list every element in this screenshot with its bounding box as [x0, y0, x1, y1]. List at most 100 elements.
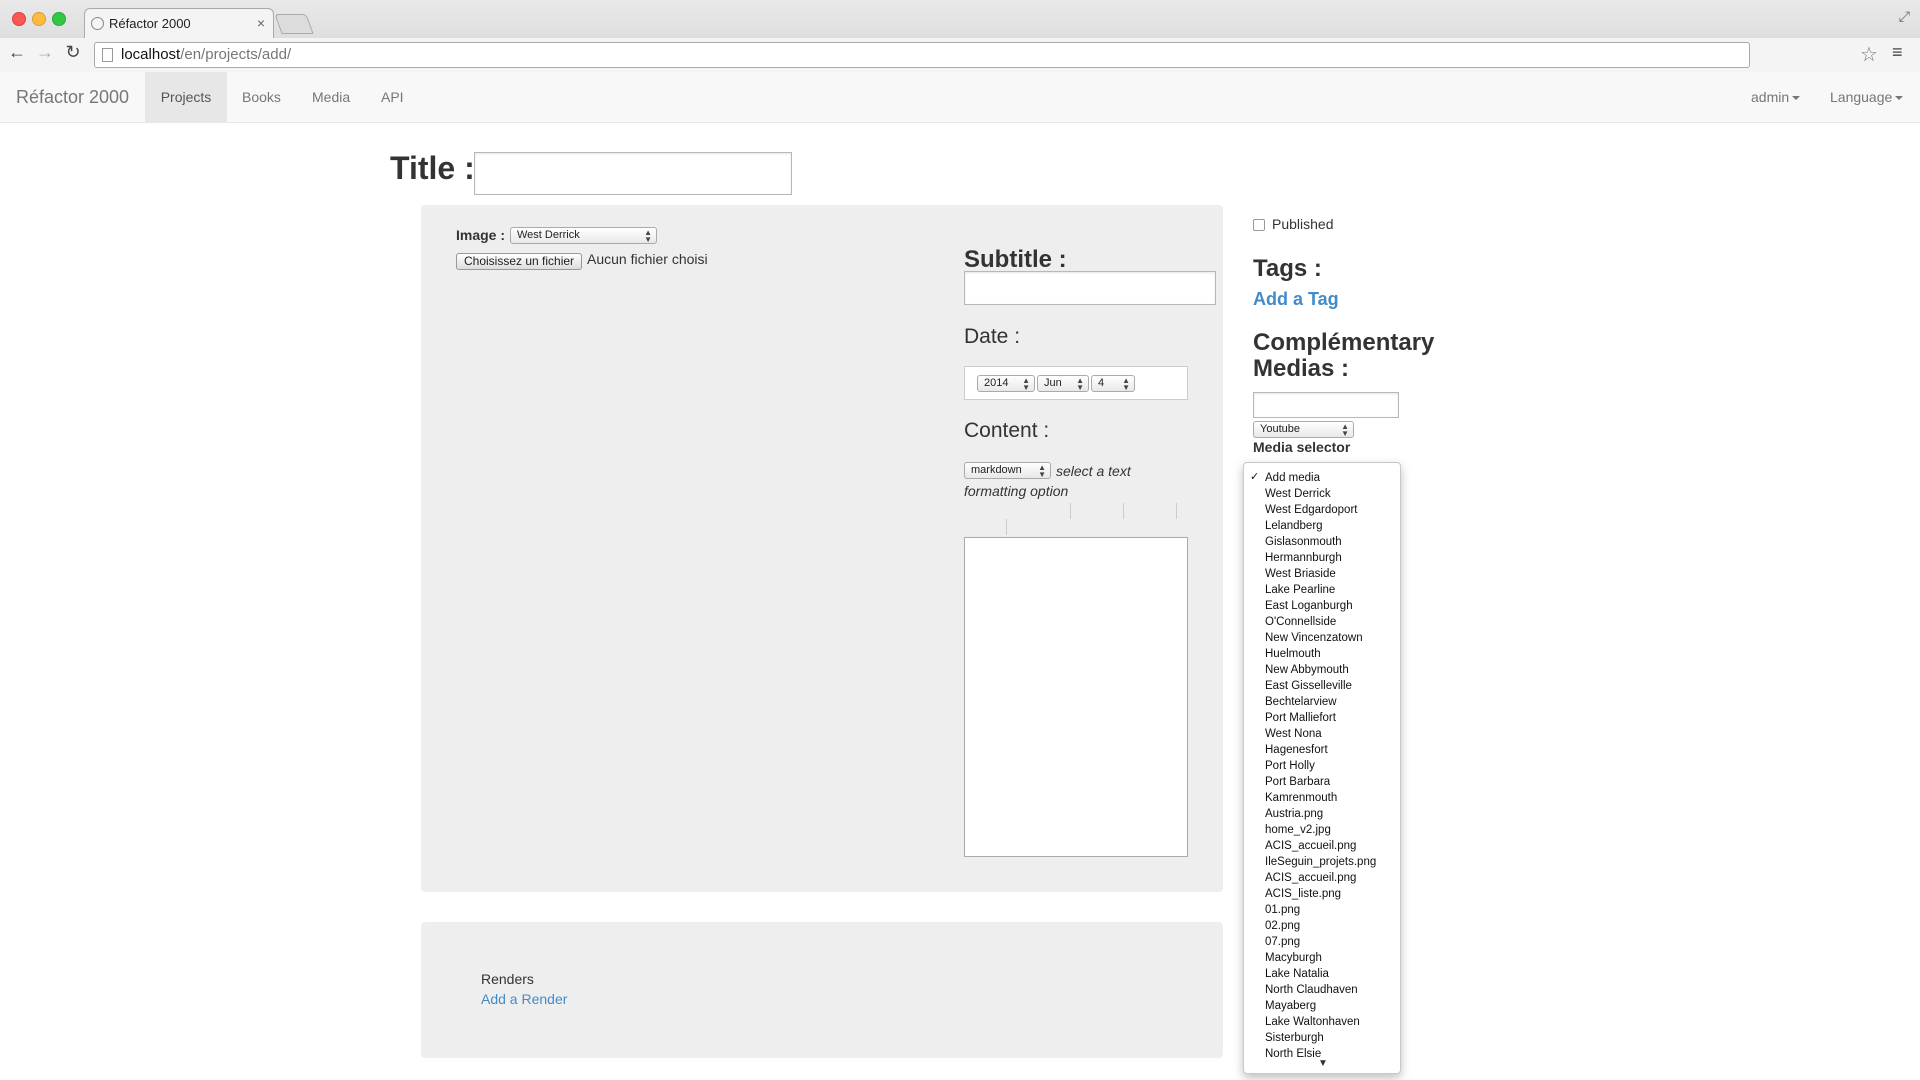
media-option[interactable]: Hagenesfort: [1265, 742, 1328, 758]
month-select-value: Jun: [1044, 377, 1062, 389]
media-option[interactable]: Port Barbara: [1265, 774, 1330, 790]
image-select[interactable]: West Derrick ▲ ▼: [510, 227, 657, 244]
media-option[interactable]: West Briaside: [1265, 566, 1336, 582]
media-option[interactable]: North Claudhaven: [1265, 982, 1358, 998]
browser-chrome: Réfactor 2000 × ⤢ ← → ↻ localhost/en/pro…: [0, 0, 1920, 72]
media-option[interactable]: Kamrenmouth: [1265, 790, 1337, 806]
forward-icon[interactable]: →: [34, 42, 56, 63]
bookmark-star-icon[interactable]: ☆: [1860, 42, 1878, 67]
add-tag-link[interactable]: Add a Tag: [1253, 289, 1339, 310]
zoom-window-button[interactable]: [52, 12, 66, 26]
media-option[interactable]: ACIS_accueil.png: [1265, 838, 1356, 854]
media-option[interactable]: West Edgardoport: [1265, 502, 1357, 518]
nav-api[interactable]: API: [366, 72, 419, 122]
media-option[interactable]: Sisterburgh: [1265, 1030, 1324, 1046]
tags-heading: Tags :: [1253, 255, 1322, 282]
year-select[interactable]: 2014 ▲ ▼: [977, 375, 1035, 392]
media-option[interactable]: 07.png: [1265, 934, 1300, 950]
language-menu[interactable]: Language: [1815, 72, 1918, 122]
close-tab-icon[interactable]: ×: [257, 9, 265, 38]
close-window-button[interactable]: [12, 12, 26, 26]
media-option[interactable]: Lake Pearline: [1265, 582, 1335, 598]
browser-tab[interactable]: Réfactor 2000 ×: [84, 8, 274, 38]
media-option[interactable]: ACIS_accueil.png: [1265, 870, 1356, 886]
reload-icon[interactable]: ↻: [62, 42, 84, 63]
content-label: Content :: [964, 419, 1050, 442]
media-selector-dropdown[interactable]: ▼ Add media ✓ West Derrick West Edgardoport…: [1243, 462, 1401, 1074]
content-textarea[interactable]: [964, 537, 1188, 857]
add-render-link[interactable]: Add a Render: [481, 991, 567, 1007]
year-select-value: 2014: [984, 377, 1009, 389]
editor-toolbar-divider: [1070, 503, 1071, 519]
published-checkbox[interactable]: [1253, 219, 1265, 231]
app-navbar: Réfactor 2000 Projects Books Media API a…: [0, 72, 1920, 123]
media-url-input[interactable]: [1253, 392, 1399, 418]
media-option[interactable]: Mayaberg: [1265, 998, 1316, 1014]
url-host: localhost: [121, 46, 181, 63]
brand-link[interactable]: Réfactor 2000: [16, 72, 129, 122]
title-label: Title :: [390, 150, 475, 186]
image-select-value: West Derrick: [517, 229, 580, 241]
language-menu-label: Language: [1830, 89, 1893, 105]
media-option[interactable]: O'Connellside: [1265, 614, 1336, 630]
menu-icon[interactable]: ≡: [1892, 42, 1903, 63]
select-arrows-icon: ▲ ▼: [1122, 376, 1130, 392]
media-option[interactable]: Lelandberg: [1265, 518, 1323, 534]
media-option[interactable]: Macyburgh: [1265, 950, 1322, 966]
media-option[interactable]: New Abbymouth: [1265, 662, 1349, 678]
select-arrows-icon: ▲ ▼: [1022, 376, 1030, 392]
renders-panel: [421, 922, 1223, 1058]
page-icon: [102, 48, 113, 62]
media-option[interactable]: East Gisselleville: [1265, 678, 1352, 694]
select-arrows-icon: ▲ ▼: [1076, 376, 1084, 392]
caret-down-icon: [1792, 96, 1801, 101]
media-option[interactable]: East Loganburgh: [1265, 598, 1353, 614]
media-option[interactable]: West Derrick: [1265, 486, 1331, 502]
month-select[interactable]: Jun ▲ ▼: [1037, 375, 1089, 392]
nav-projects[interactable]: Projects: [145, 72, 227, 122]
day-select[interactable]: 4 ▲ ▼: [1091, 375, 1135, 392]
address-bar[interactable]: localhost/en/projects/add/: [94, 42, 1750, 68]
media-option[interactable]: 01.png: [1265, 902, 1300, 918]
media-option[interactable]: Port Malliefort: [1265, 710, 1336, 726]
editor-toolbar-divider: [1123, 503, 1124, 519]
media-option[interactable]: West Nona: [1265, 726, 1322, 742]
media-option[interactable]: Lake Waltonhaven: [1265, 1014, 1360, 1030]
new-tab-button[interactable]: [274, 14, 314, 34]
date-label: Date :: [964, 325, 1021, 348]
file-status: Aucun fichier choisi: [587, 251, 708, 267]
media-option[interactable]: Add media: [1265, 470, 1320, 486]
media-option[interactable]: Bechtelarview: [1265, 694, 1337, 710]
media-option[interactable]: New Vincenzatown: [1265, 630, 1363, 646]
back-icon[interactable]: ←: [6, 42, 28, 63]
media-option[interactable]: North Elsie: [1265, 1046, 1321, 1062]
date-widget: 2014 ▲ ▼ Jun ▲ ▼ 4 ▲ ▼: [964, 366, 1188, 400]
media-option[interactable]: Gislasonmouth: [1265, 534, 1342, 550]
media-option[interactable]: Austria.png: [1265, 806, 1323, 822]
url-path: /en/projects/add/: [180, 46, 292, 63]
media-option[interactable]: 02.png: [1265, 918, 1300, 934]
fullscreen-icon[interactable]: ⤢: [1899, 8, 1910, 25]
media-type-select[interactable]: Youtube ▲ ▼: [1253, 421, 1354, 438]
title-input[interactable]: [474, 152, 792, 195]
user-menu[interactable]: admin: [1736, 72, 1815, 122]
media-option[interactable]: ACIS_liste.png: [1265, 886, 1341, 902]
nav-books[interactable]: Books: [227, 72, 296, 122]
media-option[interactable]: Port Holly: [1265, 758, 1315, 774]
media-selector-label: Media selector: [1253, 439, 1351, 455]
published-label: Published: [1272, 216, 1334, 232]
media-option[interactable]: Lake Natalia: [1265, 966, 1329, 982]
choose-file-button[interactable]: Choisissez un fichier: [456, 253, 583, 270]
nav-media[interactable]: Media: [297, 72, 365, 122]
subtitle-input[interactable]: [964, 271, 1216, 305]
editor-toolbar-divider: [1006, 519, 1007, 535]
media-option[interactable]: Huelmouth: [1265, 646, 1321, 662]
globe-icon: [91, 17, 104, 30]
day-select-value: 4: [1098, 377, 1105, 389]
image-label: Image :: [456, 227, 506, 243]
media-type-select-value: Youtube: [1260, 423, 1300, 435]
media-option[interactable]: IleSeguin_projets.png: [1265, 854, 1376, 870]
media-option[interactable]: Hermannburgh: [1265, 550, 1342, 566]
minimize-window-button[interactable]: [32, 12, 46, 26]
media-option[interactable]: home_v2.jpg: [1265, 822, 1331, 838]
